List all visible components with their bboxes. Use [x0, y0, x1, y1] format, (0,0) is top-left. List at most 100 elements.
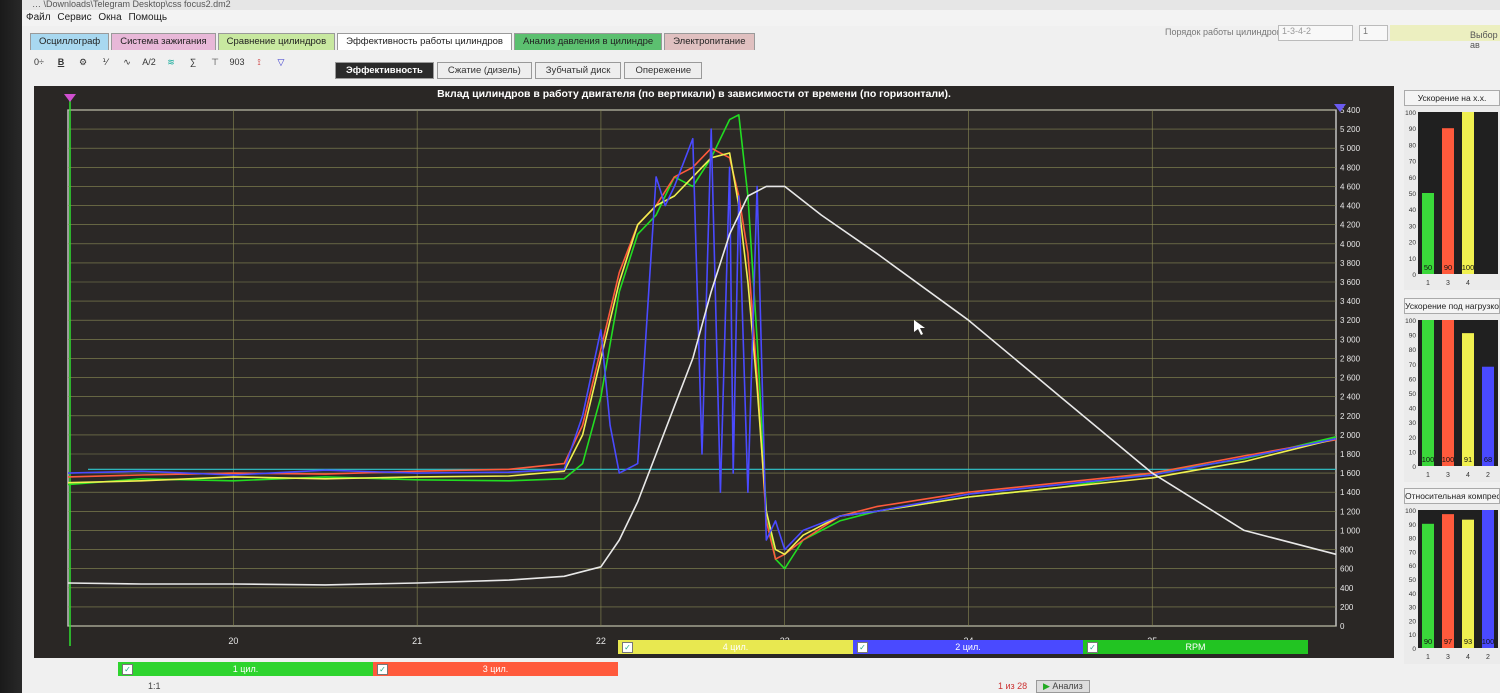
bar-4 — [1462, 112, 1474, 274]
firing-order-select[interactable]: 1-3-4-2 — [1278, 25, 1353, 41]
zero-scale-button[interactable]: 0÷ — [30, 54, 48, 70]
menu-service[interactable]: Сервис — [57, 10, 91, 26]
side-bar-chart: 0 10 20 30 40 50 60 70 80 90 100 50 1 90 3 100 4 — [1405, 110, 1498, 287]
bar-axis-label: 40 — [1409, 591, 1417, 598]
subtab-gear-disk[interactable]: Зубчатый диск — [534, 62, 622, 79]
bar-value-label: 91 — [1464, 455, 1472, 464]
bar-4 — [1462, 519, 1474, 648]
side-bar-chart: 0 10 20 30 40 50 60 70 80 90 100 90 1 97 3 93 4 100 2 — [1405, 508, 1498, 661]
scale-button[interactable]: ⅟ — [96, 54, 114, 70]
bar-axis-label: 50 — [1409, 577, 1417, 584]
bar-category-label: 3 — [1446, 472, 1450, 479]
bar-value-label: 97 — [1444, 637, 1452, 646]
bar-1 — [1422, 523, 1434, 648]
bar-category-label: 2 — [1486, 472, 1490, 479]
bar-category-label: 2 — [1486, 654, 1490, 661]
status-bar: 1:1 1 из 28 ▶ Анализ — [118, 680, 1498, 693]
bar-axis-label: 20 — [1409, 618, 1417, 625]
channel-tab-1[interactable]: ✓ 1 цил. — [118, 662, 373, 676]
bar-axis-label: 10 — [1409, 256, 1417, 263]
y-tick-label: 4 200 — [1340, 221, 1361, 230]
tab-cylinder-compare[interactable]: Сравнение цилиндров — [217, 33, 336, 50]
bar-axis-label: 80 — [1409, 536, 1417, 543]
sum-icon[interactable]: ∑ — [184, 54, 202, 70]
bar-axis-label: 80 — [1409, 142, 1417, 149]
y-tick-label: 600 — [1340, 565, 1354, 574]
bar-axis-label: 0 — [1412, 646, 1416, 653]
chart-area[interactable]: Вклад цилиндров в работу двигателя (по в… — [34, 86, 1394, 658]
settings-icon[interactable]: ⚙ — [74, 54, 92, 70]
bar-value-label: 93 — [1464, 637, 1472, 646]
y-tick-label: 3 800 — [1340, 259, 1361, 268]
bar-axis-label: 10 — [1409, 449, 1417, 456]
side-panel-3: Относительная компрессия % 0 10 20 30 40 50 60 7… — [1404, 488, 1500, 664]
menu-file[interactable]: Файл — [26, 10, 51, 26]
menu-help[interactable]: Помощь — [128, 10, 167, 26]
bar-axis-label: 70 — [1409, 159, 1417, 166]
side-panel-title: Ускорение на х.х. — [1404, 90, 1500, 106]
tab-pressure-analysis[interactable]: Анализ давления в цилиндре — [513, 33, 663, 50]
bar-2 — [1482, 366, 1494, 466]
bar-value-label: 100 — [1462, 263, 1475, 272]
bar-axis-label: 50 — [1409, 191, 1417, 198]
left-cursor-marker[interactable] — [64, 94, 76, 102]
menu-windows[interactable]: Окна — [98, 10, 121, 26]
y-tick-label: 4 800 — [1340, 163, 1361, 172]
y-tick-label: 1 600 — [1340, 469, 1361, 478]
bold-button[interactable]: B — [52, 54, 70, 70]
auto-select-label: Выбор ав — [1470, 30, 1498, 50]
bar-category-label: 4 — [1466, 472, 1470, 479]
channel-checkbox[interactable]: ✓ — [622, 642, 633, 653]
channel-tab-label: 3 цил. — [482, 664, 509, 674]
bar-category-label: 3 — [1446, 654, 1450, 661]
funnel-icon[interactable]: ▽ — [272, 54, 290, 70]
bar-axis-label: 70 — [1409, 549, 1417, 556]
cursor-icon[interactable]: ⟟ — [250, 54, 268, 70]
bar-axis-label: 90 — [1409, 522, 1417, 529]
channel-checkbox[interactable]: ✓ — [377, 664, 388, 675]
bar-4 — [1462, 333, 1474, 466]
channel-tab-2[interactable]: ✓ 3 цил. — [373, 662, 618, 676]
sub-tabs: Эффективность Сжатие (дизель) Зубчатый д… — [335, 62, 703, 79]
tab-ignition[interactable]: Система зажигания — [111, 33, 216, 50]
wave-icon[interactable]: ∿ — [118, 54, 136, 70]
bar-2 — [1482, 510, 1494, 648]
cylinder-number-spinner[interactable]: 1 — [1359, 25, 1388, 41]
analyze-button[interactable]: ▶ Анализ — [1036, 680, 1090, 693]
bar-axis-label: 50 — [1409, 391, 1417, 398]
bar-value-label: 90 — [1424, 637, 1432, 646]
bar-axis-label: 100 — [1405, 508, 1416, 515]
tab-oscilloscope[interactable]: Осциллограф — [30, 33, 110, 50]
y-tick-label: 2 200 — [1340, 412, 1361, 421]
bar-value-label: 100 — [1422, 455, 1435, 464]
subtab-advance[interactable]: Опережение — [624, 62, 703, 79]
bar-3 — [1442, 320, 1454, 466]
y-tick-label: 3 600 — [1340, 278, 1361, 287]
channel-tab-label: 2 цил. — [955, 642, 981, 652]
counter-button[interactable]: 903 — [228, 54, 246, 70]
channel-checkbox[interactable]: ✓ — [122, 664, 133, 675]
side-panels: Ускорение на х.х. 0 10 20 30 40 50 60 70 80 90 100 5… — [1404, 86, 1500, 666]
bar-value-label: 68 — [1484, 455, 1492, 464]
channel-checkbox[interactable]: ✓ — [857, 642, 868, 653]
bar-category-label: 1 — [1426, 280, 1430, 287]
efficiency-chart[interactable]: 0 200 400 600 800 1 000 1 200 1 400 1 600 1 800 2 … — [34, 86, 1394, 658]
y-tick-label: 400 — [1340, 584, 1354, 593]
marker-icon[interactable]: ⊤ — [206, 54, 224, 70]
channel-checkbox[interactable]: ✓ — [1087, 642, 1098, 653]
subtab-efficiency[interactable]: Эффективность — [335, 62, 434, 79]
subtab-compression[interactable]: Сжатие (дизель) — [436, 62, 532, 79]
filter-icon[interactable]: ≋ — [162, 54, 180, 70]
y-tick-label: 2 800 — [1340, 354, 1361, 363]
y-tick-label: 4 600 — [1340, 182, 1361, 191]
channel-tab-3[interactable]: ✓ 4 цил. — [618, 640, 853, 654]
tab-power[interactable]: Электропитание — [664, 33, 755, 50]
channel-tab-4[interactable]: ✓ 2 цил. — [853, 640, 1083, 654]
y-tick-label: 1 800 — [1340, 450, 1361, 459]
half-scale-button[interactable]: A/2 — [140, 54, 158, 70]
bar-axis-label: 60 — [1409, 376, 1417, 383]
tab-cylinder-efficiency[interactable]: Эффективность работы цилиндров — [337, 33, 512, 50]
channel-tab-5[interactable]: ✓ RPM — [1083, 640, 1308, 654]
window-title: … \Downloads\Telegram Desktop\css focus2… — [22, 0, 1500, 10]
bar-axis-label: 60 — [1409, 175, 1417, 182]
